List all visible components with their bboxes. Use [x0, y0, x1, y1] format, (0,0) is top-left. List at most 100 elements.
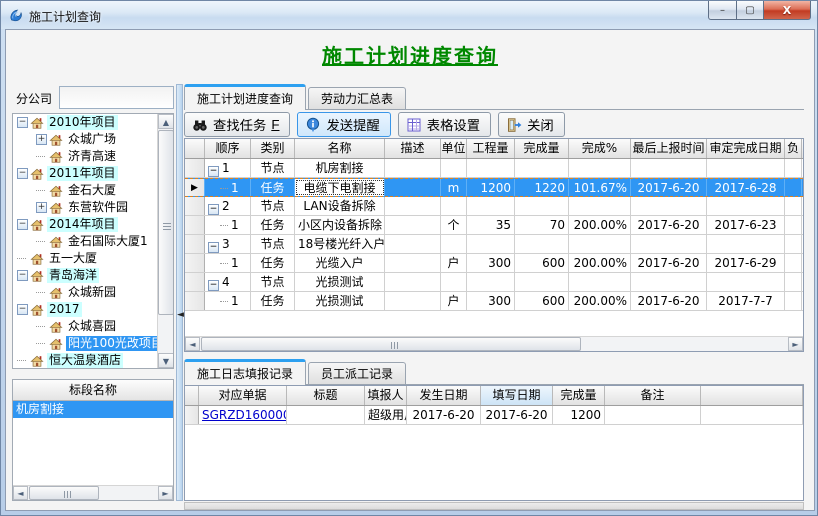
bottom-scrollbar-track[interactable] — [184, 502, 804, 510]
table-row[interactable]: −2节点LAN设备拆除 — [185, 197, 803, 216]
binoculars-icon — [192, 117, 208, 133]
collapse-left-icon[interactable]: ◄ — [177, 310, 184, 320]
tree-item[interactable]: 众城新园 — [13, 284, 159, 301]
table-row[interactable]: −3节点18号楼光纤入户 — [185, 235, 803, 254]
collapse-icon[interactable]: − — [208, 204, 219, 215]
tab-active[interactable]: 施工日志填报记录 — [184, 359, 306, 385]
column-header[interactable]: 顺序 — [205, 139, 251, 158]
branch-combobox[interactable] — [59, 86, 174, 109]
grid-cell: 2017-6-20 — [631, 254, 707, 272]
tree-item[interactable]: 金石大厦 — [13, 182, 159, 199]
tree-item-label: 众城新园 — [66, 285, 118, 300]
table-row[interactable]: SGRZD160000003超级用户2017-6-202017-6-201200 — [185, 406, 803, 425]
column-header[interactable]: 备注 — [605, 386, 701, 405]
segment-item[interactable]: 机房割接 — [13, 401, 173, 418]
grid-horizontal-scrollbar[interactable]: ◄ ► — [185, 336, 803, 351]
table-row[interactable]: −4节点光损测试 — [185, 273, 803, 292]
toolbar-button[interactable]: 查找任务F — [184, 112, 290, 137]
collapse-icon[interactable]: − — [17, 270, 28, 281]
panel-splitter[interactable]: ◄ — [176, 84, 183, 501]
tree-item[interactable]: −2014年项目 — [13, 216, 159, 233]
scroll-left-icon[interactable]: ◄ — [185, 337, 200, 351]
column-header[interactable]: 完成量 — [515, 139, 569, 158]
table-row[interactable]: ▶1任务电缆下电割接m12001220101.67%2017-6-202017-… — [185, 178, 803, 197]
scrollbar-thumb[interactable] — [29, 486, 99, 500]
table-row[interactable]: 1任务光损测试户300600200.00%2017-6-202017-7-7 — [185, 292, 803, 311]
column-header[interactable]: 名称 — [295, 139, 385, 158]
maximize-button[interactable]: ▢ — [737, 1, 764, 20]
scroll-left-icon[interactable]: ◄ — [13, 486, 28, 500]
table-row[interactable]: 1任务小区内设备拆除个3570200.00%2017-6-202017-6-23 — [185, 216, 803, 235]
table-row[interactable]: 1任务光缆入户户300600200.00%2017-6-202017-6-29 — [185, 254, 803, 273]
minimize-button[interactable]: – — [708, 1, 737, 20]
collapse-icon[interactable]: − — [17, 168, 28, 179]
column-header[interactable]: 填写日期 — [481, 386, 553, 405]
scroll-up-icon[interactable]: ▲ — [158, 114, 174, 129]
column-header[interactable]: 工程量 — [467, 139, 515, 158]
grid-cell — [385, 273, 441, 291]
tree-item[interactable]: 众城喜园 — [13, 318, 159, 335]
tree-item[interactable]: 五一大厦 — [13, 250, 159, 267]
column-header[interactable]: 完成量 — [553, 386, 605, 405]
tree-item[interactable]: −2011年项目 — [13, 165, 159, 182]
collapse-icon[interactable]: − — [17, 304, 28, 315]
grid-cell: 2017-6-28 — [707, 179, 785, 196]
tree-item[interactable]: − 2010年项目 — [13, 114, 159, 131]
scroll-down-icon[interactable]: ▼ — [158, 353, 174, 368]
close-view-button[interactable]: 关闭 — [498, 112, 565, 137]
column-header[interactable]: 最后上报时间 — [631, 139, 707, 158]
tree-item[interactable]: 金石国际大厦1 — [13, 233, 159, 250]
column-header[interactable]: 完成% — [569, 139, 631, 158]
tree-item[interactable]: 济青高速 — [13, 148, 159, 165]
close-button[interactable]: X — [764, 1, 811, 20]
tree-item[interactable]: 恒大温泉酒店 — [13, 352, 159, 369]
expand-icon[interactable]: + — [36, 134, 47, 145]
scroll-right-icon[interactable]: ► — [788, 337, 803, 351]
collapse-icon[interactable]: − — [17, 117, 28, 128]
tab-inactive[interactable]: 员工派工记录 — [308, 362, 406, 385]
tree-item[interactable]: 阳光100光改项目 — [13, 335, 159, 352]
tree-item-label: 济青高速 — [66, 149, 118, 164]
tree-item[interactable]: +众城广场 — [13, 131, 159, 148]
expand-icon[interactable]: + — [36, 202, 47, 213]
collapse-icon[interactable]: − — [208, 242, 219, 253]
collapse-icon[interactable]: − — [208, 166, 219, 177]
document-link[interactable]: SGRZD160000003 — [202, 408, 287, 422]
tree-vertical-scrollbar[interactable]: ▲ ▼ — [157, 114, 173, 368]
house-icon — [49, 235, 63, 248]
tree-connector-line — [36, 156, 45, 157]
segment-horizontal-scrollbar[interactable]: ◄ ► — [13, 485, 173, 500]
collapse-icon[interactable]: − — [208, 280, 219, 291]
column-header[interactable]: 发生日期 — [407, 386, 481, 405]
scrollbar-thumb[interactable] — [158, 130, 174, 315]
grid-cell: LAN设备拆除 — [295, 197, 385, 215]
grid-cell — [707, 197, 785, 215]
grid-cell — [785, 197, 802, 215]
tab-active[interactable]: 施工计划进度查询 — [184, 84, 306, 110]
toolbar-button[interactable]: 表格设置 — [398, 112, 491, 137]
scroll-right-icon[interactable]: ► — [158, 486, 173, 500]
tree-item[interactable]: +东营软件园 — [13, 199, 159, 216]
table-row[interactable]: −1节点机房割接 — [185, 159, 803, 178]
column-header[interactable]: 单位 — [441, 139, 467, 158]
column-header[interactable]: 标题 — [287, 386, 365, 405]
row-selector-header — [185, 139, 205, 158]
column-header[interactable]: 填报人 — [365, 386, 407, 405]
house-icon — [30, 303, 44, 316]
column-header[interactable]: 审定完成日期 — [707, 139, 785, 158]
collapse-icon[interactable]: − — [17, 219, 28, 230]
tree-connector-line — [36, 343, 45, 344]
tree-item[interactable]: −2017 — [13, 301, 159, 318]
house-icon — [30, 252, 44, 265]
tab-inactive[interactable]: 劳动力汇总表 — [308, 87, 406, 110]
column-header[interactable]: 类别 — [251, 139, 295, 158]
toolbar-button[interactable]: 发送提醒 — [297, 112, 390, 137]
tree-item-label: 2010年项目 — [47, 115, 118, 130]
column-header[interactable]: 对应单据 — [199, 386, 287, 405]
grid-cell — [185, 292, 205, 310]
column-header[interactable]: 描述 — [385, 139, 441, 158]
tree-item[interactable]: −青岛海洋 — [13, 267, 159, 284]
scrollbar-thumb[interactable] — [201, 337, 581, 351]
column-header[interactable]: 负 — [785, 139, 802, 158]
grid-cell — [185, 406, 199, 424]
